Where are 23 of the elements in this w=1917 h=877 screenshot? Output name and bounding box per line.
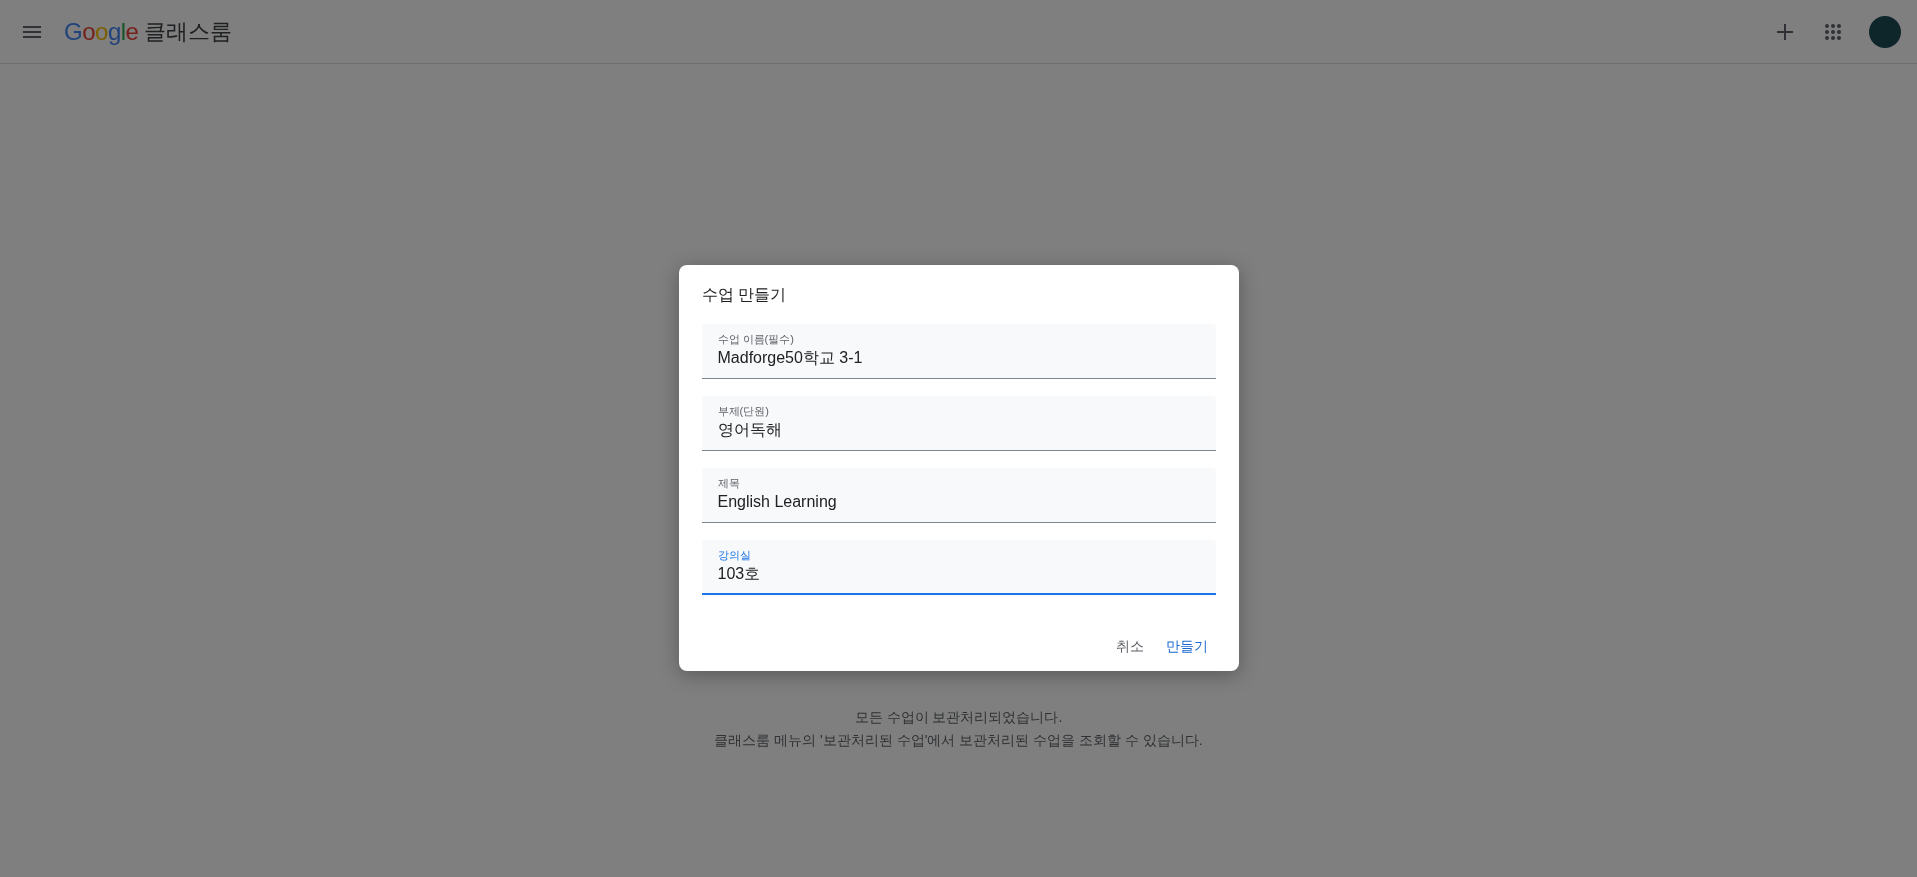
create-button[interactable]: 만들기	[1157, 630, 1216, 664]
field-value[interactable]: 영어독해	[717, 421, 1200, 439]
text-field[interactable]: 제목 English Learning	[701, 468, 1216, 523]
dialog-title: 수업 만들기	[701, 285, 787, 305]
field-label: 강의실	[717, 548, 752, 562]
menu-icon	[23, 25, 41, 38]
cancel-button[interactable]: 취소	[1107, 630, 1152, 664]
avatar[interactable]	[1869, 15, 1901, 48]
text-field[interactable]: 강의실 103호	[701, 540, 1216, 595]
plus-icon	[1777, 23, 1793, 40]
text-field[interactable]: 수업 이름(필수) Madforge50학교 3-1	[701, 324, 1216, 379]
field-value[interactable]: English Learning	[717, 493, 1200, 511]
empty-message: 모든 수업이 보관처리되었습니다.	[854, 708, 1063, 727]
field-value[interactable]: Madforge50학교 3-1	[717, 349, 1200, 367]
logo-text: Google	[64, 17, 139, 46]
grid-icon	[1825, 23, 1841, 40]
product-name: 클래스룸	[144, 17, 233, 46]
field-label: 부제(단원)	[717, 404, 770, 418]
field-value[interactable]: 103호	[717, 565, 1200, 583]
field-label: 제목	[717, 476, 741, 490]
text-field[interactable]: 부제(단원) 영어독해	[701, 396, 1216, 451]
empty-message: 클래스룸 메뉴의 '보관처리된 수업'에서 보관처리된 수업을 조회할 수 있습니다.	[714, 731, 1203, 750]
field-label: 수업 이름(필수)	[717, 332, 795, 346]
